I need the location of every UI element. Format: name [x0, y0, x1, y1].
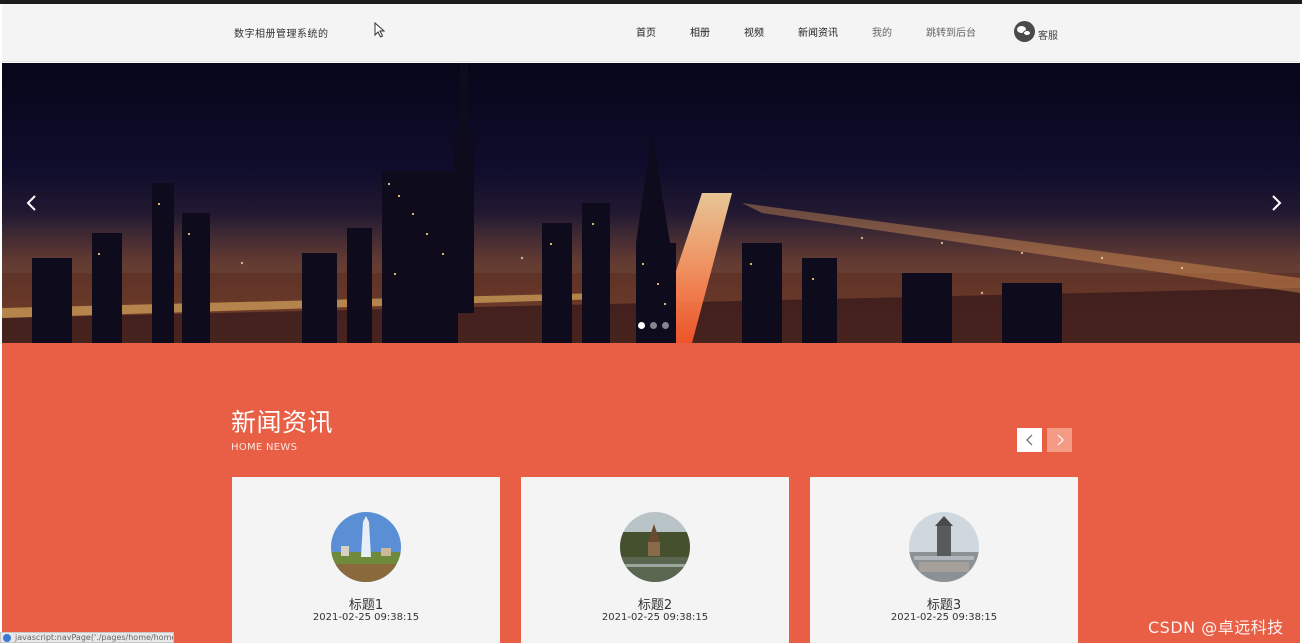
site-header: 数字相册管理系统的 首页 相册 视频 新闻资讯 我的 跳转到后台 客服	[2, 4, 1300, 62]
mouse-cursor-icon	[374, 22, 386, 38]
news-section-subtitle: HOME NEWS	[231, 442, 298, 453]
news-card-title: 标题3	[926, 598, 962, 613]
browser-status-bar: javascript:navPage('./pages/home/home.js…	[0, 632, 174, 643]
news-card-time: 2021-02-25 09:38:15	[890, 612, 998, 623]
site-brand[interactable]: 数字相册管理系统的	[234, 25, 329, 40]
chevron-right-icon	[1057, 434, 1064, 446]
chevron-left-icon	[1025, 434, 1032, 446]
news-card-title: 标题2	[637, 598, 673, 613]
news-card-title: 标题1	[348, 598, 384, 613]
carousel-next-button[interactable]	[1264, 191, 1288, 215]
news-prev-button[interactable]	[1017, 428, 1042, 452]
news-section-title: 新闻资讯	[231, 408, 334, 437]
city-night-image	[2, 63, 1300, 343]
hero-carousel	[2, 63, 1300, 343]
news-thumbnail	[620, 512, 690, 582]
nav-video[interactable]: 视频	[744, 24, 764, 39]
carousel-indicators	[638, 322, 674, 329]
news-thumbnail	[331, 512, 401, 582]
status-url: javascript:navPage('./pages/home/home.js…	[15, 633, 174, 642]
carousel-prev-button[interactable]	[20, 191, 44, 215]
nav-news[interactable]: 新闻资讯	[798, 24, 838, 39]
news-section: 新闻资讯 HOME NEWS 标题1 2021-02-25 09:38:15 标…	[2, 343, 1300, 643]
carousel-dot[interactable]	[650, 322, 657, 329]
chevron-right-icon	[1272, 195, 1282, 211]
wechat-icon	[1014, 21, 1035, 42]
nav-album[interactable]: 相册	[690, 24, 710, 39]
customer-service-button[interactable]: 客服	[1014, 21, 1058, 42]
news-next-button[interactable]	[1047, 428, 1072, 452]
chevron-left-icon	[26, 195, 36, 211]
carousel-dot[interactable]	[662, 322, 669, 329]
news-thumbnail	[909, 512, 979, 582]
customer-service-label: 客服	[1038, 31, 1058, 42]
news-card-time: 2021-02-25 09:38:15	[312, 612, 420, 623]
nav-backend[interactable]: 跳转到后台	[926, 24, 976, 39]
news-card[interactable]: 标题1 2021-02-25 09:38:15	[232, 477, 500, 643]
news-card[interactable]: 标题3 2021-02-25 09:38:15	[810, 477, 1078, 643]
loading-icon	[3, 634, 11, 642]
news-card[interactable]: 标题2 2021-02-25 09:38:15	[521, 477, 789, 643]
watermark: CSDN @卓远科技	[1148, 618, 1284, 637]
news-card-time: 2021-02-25 09:38:15	[601, 612, 709, 623]
nav-home[interactable]: 首页	[636, 24, 656, 39]
nav-mine[interactable]: 我的	[872, 24, 892, 39]
carousel-dot[interactable]	[638, 322, 645, 329]
main-nav: 首页 相册 视频 新闻资讯 我的 跳转到后台	[636, 24, 1010, 39]
